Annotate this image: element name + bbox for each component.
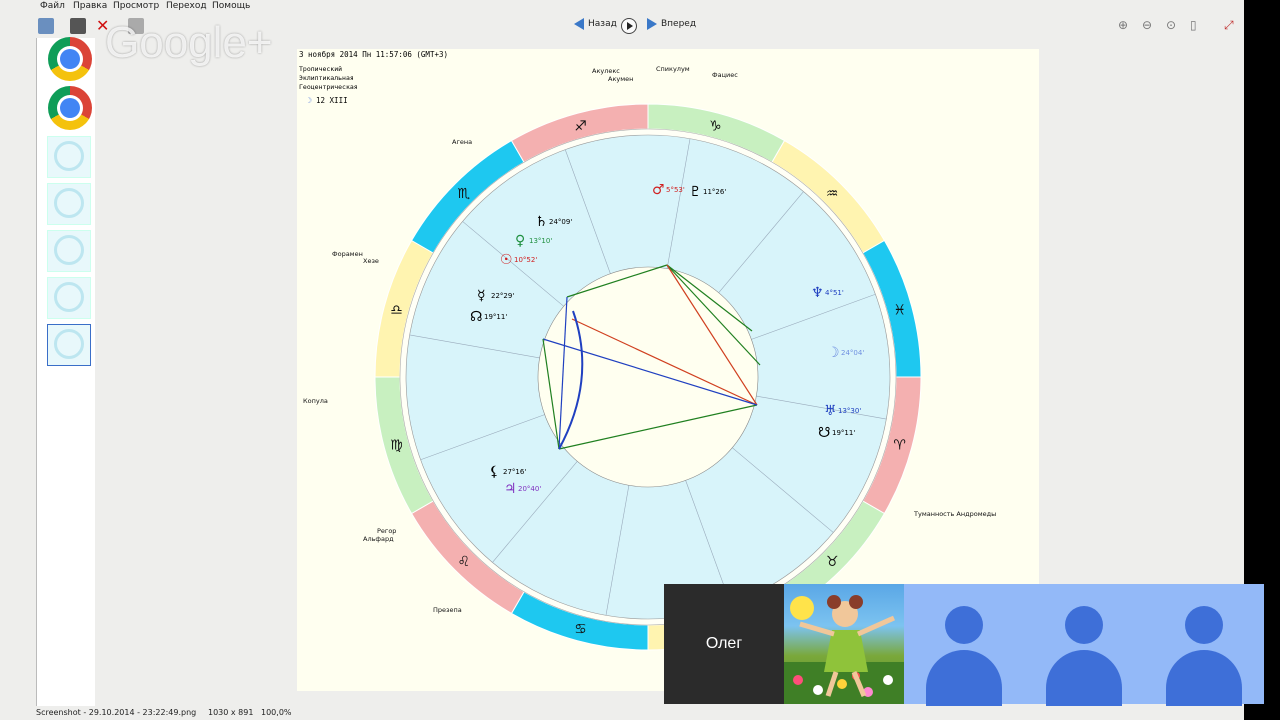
fixed-star-label: Регор [377, 527, 396, 535]
planet-degree: 13°10' [529, 237, 552, 245]
menu-help[interactable]: Помощь [212, 1, 250, 11]
participant-avatar[interactable] [1024, 584, 1144, 706]
thumbnail[interactable] [47, 277, 91, 319]
planet-glyph: ⚸ [489, 464, 499, 480]
planet-glyph: ♀ [515, 233, 525, 249]
participant-name: Олег [705, 635, 743, 652]
thumbnail[interactable] [47, 183, 91, 225]
arrow-right-icon [647, 18, 657, 30]
zodiac-wheel: ♑♒♓♈♉♊♋♌♍♎♏♐ [374, 103, 922, 651]
zoom-out-icon[interactable]: ⊖ [1142, 18, 1156, 32]
planet-degree: 5°53' [666, 186, 685, 194]
fixed-star-label: Агена [452, 138, 472, 146]
planet-degree: 13°30' [838, 407, 861, 415]
planet-degree: 11°26' [703, 188, 726, 196]
hangout-participants-bar: Олег [664, 584, 1264, 706]
planet-glyph: ♆ [811, 285, 824, 301]
chrome-logo-icon [48, 86, 92, 130]
status-filename: Screenshot - 29.10.2014 - 23:22:49.png [36, 708, 197, 717]
zodiac-sign-glyph: ♌ [458, 554, 471, 570]
back-label: Назад [588, 19, 617, 29]
planet-glyph: ☿ [477, 288, 486, 304]
open-icon[interactable] [38, 18, 54, 34]
forward-label: Вперед [661, 19, 697, 29]
zodiac-sign-glyph: ♏ [458, 186, 471, 202]
participant-avatar[interactable] [1144, 584, 1264, 706]
chart-coordinate-system: Эклиптикальная [299, 74, 354, 82]
google-plus-watermark: Google+ [105, 18, 273, 67]
thumbnail[interactable] [47, 136, 91, 178]
participant-photo[interactable] [784, 584, 904, 704]
person-icon [1065, 606, 1103, 644]
fixed-star-label: Копула [303, 397, 328, 405]
menu-bar: Файл Правка Просмотр Переход Помощь [0, 0, 300, 14]
arrow-left-icon [574, 18, 584, 30]
menu-view[interactable]: Просмотр [113, 1, 159, 11]
zoom-fit-icon[interactable]: ⊙ [1166, 18, 1180, 32]
thumbnail-selected[interactable] [47, 324, 91, 366]
planet-degree: 24°04' [841, 349, 864, 357]
back-button[interactable]: Назад [574, 18, 617, 30]
person-icon [945, 606, 983, 644]
planet-degree: 20°40' [518, 485, 541, 493]
chrome-logo-icon [48, 37, 92, 81]
planet-glyph: ♇ [689, 184, 702, 200]
save-icon[interactable] [70, 18, 86, 34]
fixed-star-label: Форамен [332, 250, 363, 258]
fixed-star-label: Туманность Андромеды [913, 510, 996, 518]
menu-edit[interactable]: Правка [73, 1, 107, 11]
fixed-star-label: Акулекс [592, 67, 620, 75]
planet-glyph: ♄ [535, 214, 548, 230]
zodiac-sign-glyph: ♈ [893, 437, 906, 453]
planet-degree: 27°16' [503, 468, 526, 476]
fixed-star-label: Презепа [433, 606, 462, 614]
planet-glyph: ♂ [652, 182, 665, 198]
planet-degree: 19°11' [832, 429, 855, 437]
planet-degree: 22°29' [491, 292, 514, 300]
planet-glyph: ☋ [818, 425, 830, 441]
participant-name-tile[interactable]: Олег [664, 584, 784, 704]
planet-degree: 19°11' [484, 313, 507, 321]
zodiac-sign-glyph: ♒ [826, 186, 839, 202]
forward-button[interactable]: Вперед [647, 18, 696, 30]
fixed-star-label: Альфард [363, 535, 394, 543]
moon-day: 12 XIII [316, 96, 348, 105]
status-dimensions: 1030 x 891 [208, 708, 254, 717]
cartoon-girl-avatar-icon [784, 595, 904, 704]
fixed-star-label: Фациес [712, 71, 738, 79]
fixed-star-label: Спикулум [656, 65, 690, 73]
chart-zodiac-type: Тропический [299, 65, 342, 73]
planet-degree: 4°51' [825, 289, 844, 297]
planet-glyph: ☊ [470, 309, 482, 325]
zodiac-sign-glyph: ♍ [390, 437, 403, 453]
zodiac-sign-glyph: ♎ [390, 303, 403, 319]
planet-degree: 10°52' [514, 256, 537, 264]
thumbnail[interactable] [47, 230, 91, 272]
person-icon [1185, 606, 1223, 644]
menu-go[interactable]: Переход [166, 1, 207, 11]
chart-center: Геоцентрическая [299, 83, 358, 91]
status-zoom: 100,0% [261, 708, 292, 717]
planet-glyph: ♅ [824, 403, 837, 419]
thumbnail-strip [36, 38, 95, 706]
chart-date: 3 ноября 2014 Пн 11:57:06 (GMT+3) [299, 50, 448, 59]
slideshow-play-button[interactable] [621, 18, 637, 34]
planet-glyph: ☉ [500, 252, 513, 268]
rotate-icon[interactable]: ▯ [1190, 18, 1204, 32]
zodiac-sign-glyph: ♑ [709, 118, 722, 134]
zoom-in-icon[interactable]: ⊕ [1118, 18, 1132, 32]
zodiac-sign-glyph: ♐ [574, 118, 587, 134]
zodiac-sign-glyph: ♉ [826, 554, 839, 570]
menu-file[interactable]: Файл [40, 1, 65, 11]
moon-day-icon: ☽ [305, 96, 312, 105]
zodiac-sign-glyph: ♓ [893, 303, 906, 319]
participant-avatar[interactable] [904, 584, 1024, 706]
planet-glyph: ☽ [827, 345, 840, 361]
fullscreen-icon[interactable]: ⤢ [1224, 18, 1238, 32]
planet-glyph: ♃ [504, 481, 517, 497]
fixed-star-label: Хезе [363, 257, 379, 265]
planet-degree: 24°09' [549, 218, 572, 226]
fixed-star-label: Акумен [608, 75, 633, 83]
zodiac-sign-glyph: ♋ [574, 622, 587, 638]
